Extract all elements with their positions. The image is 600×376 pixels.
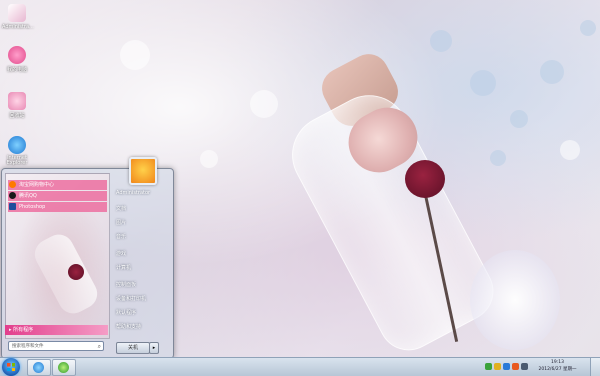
preview-bottle [29,229,103,319]
wallpaper-feather [470,250,560,350]
start-button[interactable] [2,358,20,376]
menu-item-games[interactable]: 游戏 [116,249,170,260]
bokeh-light [560,140,580,160]
preview-rose [68,264,84,280]
clock-date: 2012/6/27 星期一 [538,367,577,372]
windows-logo-icon [7,363,15,371]
menu-item-default-programs[interactable]: 默认程序 [116,308,170,319]
menu-item-administrator[interactable]: Administrator [116,188,170,199]
desktop-icon-administrator[interactable]: Administra... [2,4,34,30]
taobao-icon [9,181,16,188]
arrow-right-icon: ▸ [9,327,12,333]
recycle-bin-icon [8,92,26,110]
pinned-item-photoshop[interactable]: Photoshop [8,202,107,212]
taskbar: 19:13 2012/6/27 星期一 [0,357,600,376]
qq-icon [9,192,16,199]
taskbar-ie-button[interactable] [27,359,51,376]
menu-item-pictures[interactable]: 图片 [116,218,170,229]
bokeh-light [200,150,218,168]
bokeh-light [540,60,564,84]
media-player-icon [58,362,69,373]
menu-item-help-support[interactable]: 帮助和支持 [116,322,170,333]
internet-explorer-icon [8,136,26,154]
tray-qq-icon[interactable] [512,363,519,370]
tray-security-icon[interactable] [494,363,501,370]
show-desktop-button[interactable] [590,358,600,376]
all-programs-button[interactable]: ▸ 所有程序 [5,325,108,335]
internet-explorer-icon [33,362,44,373]
tray-volume-icon[interactable] [521,363,528,370]
shutdown-button[interactable]: 关机 [116,342,150,354]
taskbar-media-button[interactable] [52,359,76,376]
user-folder-icon [8,4,26,22]
menu-item-computer[interactable]: 计算机 [116,263,170,274]
start-menu-programs-pane: 淘宝网购物中心 腾讯QQ Photoshop [5,173,110,339]
desktop-icon-computer[interactable]: 我的电脑 [2,46,32,73]
desktop-icon-recycle-bin[interactable]: 回收站 [2,92,32,119]
bokeh-light [510,110,528,128]
computer-icon [8,46,26,64]
user-avatar-icon[interactable] [129,157,157,185]
bokeh-light [470,70,496,96]
taskbar-clock[interactable]: 19:13 2012/6/27 星期一 [535,359,580,373]
clock-time: 19:13 [551,360,564,365]
menu-item-devices-printers[interactable]: 设备和打印机 [116,294,170,305]
start-menu: 淘宝网购物中心 腾讯QQ Photoshop ▸ 所有程序 搜索程序和文件 ⌕ … [1,157,174,359]
menu-item-documents[interactable]: 文档 [116,204,170,215]
shutdown-options-button[interactable]: ▸ [149,342,159,354]
start-search-input[interactable]: 搜索程序和文件 ⌕ [8,341,104,351]
tray-app-icon[interactable] [503,363,510,370]
bokeh-light [490,150,506,166]
wallpaper-rose [405,160,445,198]
chevron-right-icon: ▸ [152,345,156,351]
desktop-icon-internet-explorer[interactable]: Internet Explorer [2,136,32,166]
photoshop-icon [9,203,16,210]
bokeh-light [430,30,452,52]
pinned-item-taobao[interactable]: 淘宝网购物中心 [8,180,107,190]
menu-item-music[interactable]: 音乐 [116,232,170,243]
tray-network-icon[interactable] [485,363,492,370]
bokeh-light [580,20,596,36]
bokeh-light [250,90,278,118]
start-menu-places-pane: Administrator 文档 图片 音乐 游戏 计算机 控制面板 设备和打印… [112,157,172,358]
search-icon: ⌕ [97,343,101,350]
menu-item-control-panel[interactable]: 控制面板 [116,280,170,291]
pinned-item-qq[interactable]: 腾讯QQ [8,191,107,201]
bokeh-light [120,40,150,70]
